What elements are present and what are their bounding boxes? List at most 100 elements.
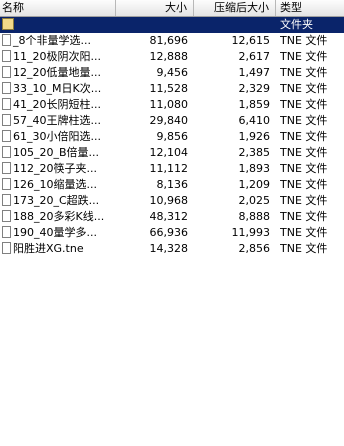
file-name: 61_30小倍阳选... [13, 130, 101, 143]
file-type: TNE 文件 [280, 98, 328, 111]
file-row[interactable]: 112_20筷子夹... 11,112 1,893 TNE 文件 [0, 161, 344, 177]
compressed-size: 1,926 [238, 130, 271, 143]
column-header-name[interactable]: 名称 [0, 0, 116, 16]
file-name: 12_20低量地量... [13, 66, 101, 79]
file-name-cell: 阳胜进XG.tne [2, 241, 114, 257]
file-icon [2, 210, 11, 222]
file-row[interactable]: 61_30小倍阳选... 9,856 1,926 TNE 文件 [0, 129, 344, 145]
file-size [116, 17, 188, 33]
file-name-cell: 41_20长阴短柱... [2, 97, 114, 113]
file-size: 11,528 [149, 82, 189, 95]
file-name-cell [2, 17, 114, 33]
file-size: 9,856 [156, 130, 189, 143]
file-icon [2, 50, 11, 62]
file-type: TNE 文件 [280, 162, 328, 175]
compressed-size: 8,888 [238, 210, 271, 223]
file-name: 173_20_C超跌... [13, 194, 100, 207]
file-icon [2, 66, 11, 78]
compressed-size: 2,385 [238, 146, 271, 159]
file-icon [2, 98, 11, 110]
file-name-cell: 105_20_B倍量... [2, 145, 114, 161]
column-header: 名称 大小 压缩后大小 类型 [0, 0, 344, 17]
file-icon [2, 194, 11, 206]
file-name-cell: _8个非量学选... [2, 33, 114, 49]
file-name-cell: 112_20筷子夹... [2, 161, 114, 177]
file-name: 126_10缩量选... [13, 178, 97, 191]
file-icon [2, 130, 11, 142]
file-size: 48,312 [149, 210, 189, 223]
file-name-cell: 61_30小倍阳选... [2, 129, 114, 145]
compressed-size: 11,993 [231, 226, 271, 239]
file-type: TNE 文件 [280, 82, 328, 95]
file-name: 阳胜进XG.tne [13, 242, 84, 255]
file-size: 12,888 [149, 50, 189, 63]
file-row[interactable]: _8个非量学选... 81,696 12,615 TNE 文件 [0, 33, 344, 49]
compressed-size: 1,209 [238, 178, 271, 191]
file-row[interactable]: 173_20_C超跌... 10,968 2,025 TNE 文件 [0, 193, 344, 209]
file-row[interactable]: 33_10_M日K次... 11,528 2,329 TNE 文件 [0, 81, 344, 97]
compressed-size: 12,615 [231, 34, 271, 47]
file-size: 10,968 [149, 194, 189, 207]
file-icon [2, 146, 11, 158]
file-icon [2, 226, 11, 238]
folder-up-icon [2, 18, 14, 30]
compressed-size: 2,856 [238, 242, 271, 255]
file-icon [2, 82, 11, 94]
file-type: TNE 文件 [280, 178, 328, 191]
column-header-type[interactable]: 类型 [276, 0, 344, 16]
file-type: TNE 文件 [280, 210, 328, 223]
file-type: TNE 文件 [280, 194, 328, 207]
file-name-cell: 188_20多彩K线... [2, 209, 114, 225]
file-row[interactable]: 12_20低量地量... 9,456 1,497 TNE 文件 [0, 65, 344, 81]
compressed-size: 6,410 [238, 114, 271, 127]
compressed-size [194, 17, 270, 33]
file-name-cell: 11_20极阴次阳... [2, 49, 114, 65]
file-name: 33_10_M日K次... [13, 82, 102, 95]
file-name: 57_40王牌柱选... [13, 114, 101, 127]
file-row[interactable]: 188_20多彩K线... 48,312 8,888 TNE 文件 [0, 209, 344, 225]
column-header-size[interactable]: 大小 [116, 0, 194, 16]
file-size: 66,936 [149, 226, 189, 239]
file-name-cell: 173_20_C超跌... [2, 193, 114, 209]
file-row[interactable]: 11_20极阴次阳... 12,888 2,617 TNE 文件 [0, 49, 344, 65]
column-header-compressed-size[interactable]: 压缩后大小 [194, 0, 276, 16]
file-type: TNE 文件 [280, 34, 328, 47]
file-icon [2, 114, 11, 126]
file-type: TNE 文件 [280, 226, 328, 239]
file-size: 11,080 [149, 98, 189, 111]
file-name-cell: 33_10_M日K次... [2, 81, 114, 97]
file-row[interactable]: 57_40王牌柱选... 29,840 6,410 TNE 文件 [0, 113, 344, 129]
file-name: 41_20长阴短柱... [13, 98, 101, 111]
file-size: 9,456 [156, 66, 189, 79]
file-name: 112_20筷子夹... [13, 162, 97, 175]
file-row[interactable]: 阳胜进XG.tne 14,328 2,856 TNE 文件 [0, 241, 344, 257]
file-type: TNE 文件 [280, 130, 328, 143]
file-icon [2, 178, 11, 190]
file-type: TNE 文件 [280, 114, 328, 127]
file-type: TNE 文件 [280, 66, 328, 79]
file-size: 11,112 [149, 162, 189, 175]
file-type: TNE 文件 [280, 146, 328, 159]
file-type: 文件夹 [280, 18, 313, 31]
parent-folder-row[interactable]: 文件夹 [0, 17, 344, 33]
file-row[interactable]: 105_20_B倍量... 12,104 2,385 TNE 文件 [0, 145, 344, 161]
file-icon [2, 162, 11, 174]
file-name-cell: 57_40王牌柱选... [2, 113, 114, 129]
file-size: 12,104 [149, 146, 189, 159]
file-name: _8个非量学选... [13, 34, 91, 47]
file-icon [2, 242, 11, 254]
file-type: TNE 文件 [280, 242, 328, 255]
file-name: 11_20极阴次阳... [13, 50, 101, 63]
compressed-size: 1,893 [238, 162, 271, 175]
file-name-cell: 190_40量学多... [2, 225, 114, 241]
file-size: 81,696 [149, 34, 189, 47]
file-icon [2, 34, 11, 46]
compressed-size: 1,497 [238, 66, 271, 79]
file-name: 105_20_B倍量... [13, 146, 100, 159]
file-row[interactable]: 41_20长阴短柱... 11,080 1,859 TNE 文件 [0, 97, 344, 113]
file-row[interactable]: 126_10缩量选... 8,136 1,209 TNE 文件 [0, 177, 344, 193]
file-row[interactable]: 190_40量学多... 66,936 11,993 TNE 文件 [0, 225, 344, 241]
file-name: 188_20多彩K线... [13, 210, 105, 223]
compressed-size: 2,025 [238, 194, 271, 207]
compressed-size: 2,617 [238, 50, 271, 63]
